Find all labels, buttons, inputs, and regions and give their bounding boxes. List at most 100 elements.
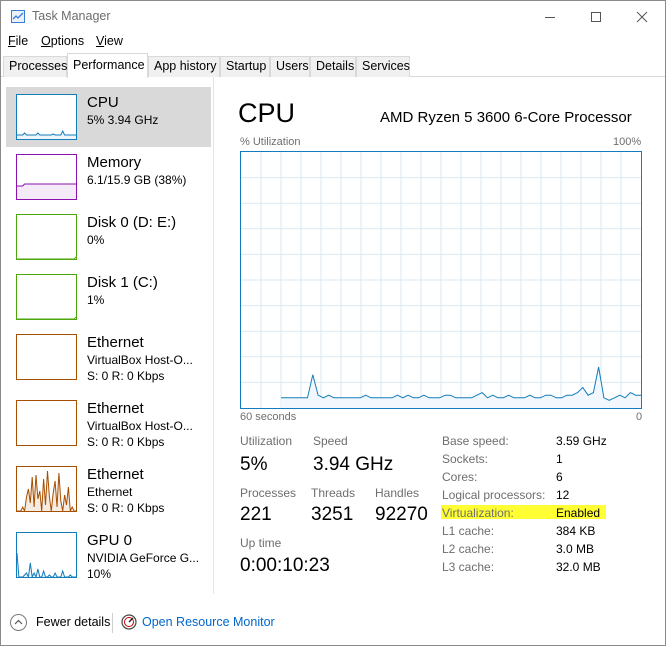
resource-item-ethernet-1[interactable]: Ethernet VirtualBox Host-O... S: 0 R: 0 Kb… xyxy=(6,327,211,387)
resource-name: Ethernet xyxy=(87,400,144,417)
footer-separator xyxy=(112,613,113,633)
cpu-utilization-graph xyxy=(240,151,642,409)
resource-subtitle: VirtualBox Host-O... xyxy=(87,419,193,433)
speed-value: 3.94 GHz xyxy=(313,454,394,475)
minimize-icon xyxy=(545,16,555,18)
resource-name: GPU 0 xyxy=(87,532,133,549)
memory-thumbnail-graph xyxy=(16,154,77,200)
l3-cache-value: 32.0 MB xyxy=(556,560,601,574)
logical-processors-value: 12 xyxy=(556,488,570,502)
processes-label: Processes xyxy=(240,486,297,500)
resource-monitor-icon xyxy=(121,614,137,630)
l1-cache-value: 384 KB xyxy=(556,524,596,538)
tab-startup[interactable]: Startup xyxy=(220,56,270,77)
title-bar: Task Manager xyxy=(1,1,665,32)
graph-y-max-label: 100% xyxy=(613,136,642,148)
uptime-label: Up time xyxy=(240,536,282,550)
l2-cache-value: 3.0 MB xyxy=(556,542,595,556)
footer-bar: Fewer details Open Resource Monitor xyxy=(1,605,665,645)
virtualization-label: Virtualization: xyxy=(442,506,514,520)
base-speed-value: 3.59 GHz xyxy=(556,434,607,448)
resource-list-divider xyxy=(213,77,214,594)
resource-subtitle: 6.1/15.9 GB (38%) xyxy=(87,173,187,187)
sockets-label: Sockets: xyxy=(442,452,489,466)
threads-value: 3251 xyxy=(311,504,354,525)
logical-processors-label: Logical processors: xyxy=(442,488,546,502)
resource-name: Ethernet xyxy=(87,466,144,483)
gpu-0-thumbnail-graph xyxy=(16,532,77,578)
resource-item-ethernet-2[interactable]: Ethernet VirtualBox Host-O... S: 0 R: 0 Kb… xyxy=(6,393,211,453)
resource-list: CPU 5% 3.94 GHz Memory 6.1/15.9 GB (38%) Dis… xyxy=(2,77,214,594)
open-resource-monitor-link[interactable]: Open Resource Monitor xyxy=(142,615,275,629)
resource-detail: S: 0 R: 0 Kbps xyxy=(87,369,165,383)
resource-item-memory[interactable]: Memory 6.1/15.9 GB (38%) xyxy=(6,147,211,207)
resource-item-cpu[interactable]: CPU 5% 3.94 GHz xyxy=(6,87,211,147)
ethernet-3-thumbnail-graph xyxy=(16,466,77,512)
task-manager-window: Task Manager File Options View Processes… xyxy=(0,0,666,646)
tab-details[interactable]: Details xyxy=(310,56,356,77)
close-button[interactable] xyxy=(619,1,665,32)
disk-0-thumbnail-graph xyxy=(16,214,77,260)
maximize-icon xyxy=(591,11,601,22)
resource-item-ethernet-3[interactable]: Ethernet Ethernet S: 0 R: 0 Kbps xyxy=(6,459,211,519)
task-manager-app-icon xyxy=(11,10,25,23)
l3-cache-label: L3 cache: xyxy=(442,560,495,574)
resource-name: Disk 0 (D: E:) xyxy=(87,214,177,231)
resource-item-disk-1[interactable]: Disk 1 (C:) 1% xyxy=(6,267,211,327)
window-title: Task Manager xyxy=(32,9,111,23)
tab-services[interactable]: Services xyxy=(356,56,410,77)
resource-subtitle: 5% 3.94 GHz xyxy=(87,113,159,127)
resource-subtitle: 1% xyxy=(87,293,105,307)
disk-1-thumbnail-graph xyxy=(16,274,77,320)
fewer-details-button[interactable]: Fewer details xyxy=(36,615,110,629)
handles-label: Handles xyxy=(375,486,420,500)
cpu-thumbnail-graph xyxy=(16,94,77,140)
threads-label: Threads xyxy=(311,486,356,500)
processes-value: 221 xyxy=(240,504,272,525)
resource-name: Disk 1 (C:) xyxy=(87,274,158,291)
detail-title: CPU xyxy=(238,98,296,128)
virtualization-value: Enabled xyxy=(556,506,601,520)
tab-processes[interactable]: Processes xyxy=(3,56,67,77)
graph-x-label: 60 seconds xyxy=(240,411,297,423)
resource-subtitle: VirtualBox Host-O... xyxy=(87,353,193,367)
resource-subtitle: 0% xyxy=(87,233,105,247)
resource-detail: 10% xyxy=(87,567,112,581)
ethernet-1-thumbnail-graph xyxy=(16,334,77,380)
graph-x-min-label: 0 xyxy=(636,411,643,423)
menu-view[interactable]: View xyxy=(96,34,123,48)
tab-app-history[interactable]: App history xyxy=(148,56,220,77)
minimize-button[interactable] xyxy=(527,1,573,32)
speed-label: Speed xyxy=(313,434,348,448)
utilization-value: 5% xyxy=(240,454,268,475)
utilization-label: Utilization xyxy=(240,434,293,448)
handles-value: 92270 xyxy=(375,504,428,525)
menu-file[interactable]: File xyxy=(8,34,28,48)
chevron-up-circle-icon[interactable] xyxy=(10,614,27,631)
close-icon xyxy=(636,11,648,22)
l1-cache-label: L1 cache: xyxy=(442,524,495,538)
uptime-value: 0:00:10:23 xyxy=(240,555,330,576)
cores-label: Cores: xyxy=(442,470,478,484)
cpu-model-name: AMD Ryzen 5 3600 6-Core Processor xyxy=(380,109,632,126)
resource-detail: S: 0 R: 0 Kbps xyxy=(87,501,165,515)
ethernet-2-thumbnail-graph xyxy=(16,400,77,446)
resource-subtitle: NVIDIA GeForce G... xyxy=(87,551,200,565)
resource-item-gpu-0[interactable]: GPU 0 NVIDIA GeForce G... 10% xyxy=(6,525,211,585)
l2-cache-label: L2 cache: xyxy=(442,542,495,556)
tab-performance[interactable]: Performance xyxy=(67,53,148,78)
resource-subtitle: Ethernet xyxy=(87,485,133,499)
menu-options[interactable]: Options xyxy=(41,34,84,48)
resource-item-disk-0[interactable]: Disk 0 (D: E:) 0% xyxy=(6,207,211,267)
resource-name: CPU xyxy=(87,94,119,111)
tab-users[interactable]: Users xyxy=(270,56,310,77)
menu-bar: File Options View xyxy=(1,32,665,53)
resource-name: Ethernet xyxy=(87,334,144,351)
base-speed-label: Base speed: xyxy=(442,434,509,448)
maximize-button[interactable] xyxy=(573,1,619,32)
resource-name: Memory xyxy=(87,154,142,171)
resource-detail: S: 0 R: 0 Kbps xyxy=(87,435,165,449)
sockets-value: 1 xyxy=(556,452,563,466)
cpu-graph-canvas xyxy=(241,152,641,408)
cores-value: 6 xyxy=(556,470,563,484)
